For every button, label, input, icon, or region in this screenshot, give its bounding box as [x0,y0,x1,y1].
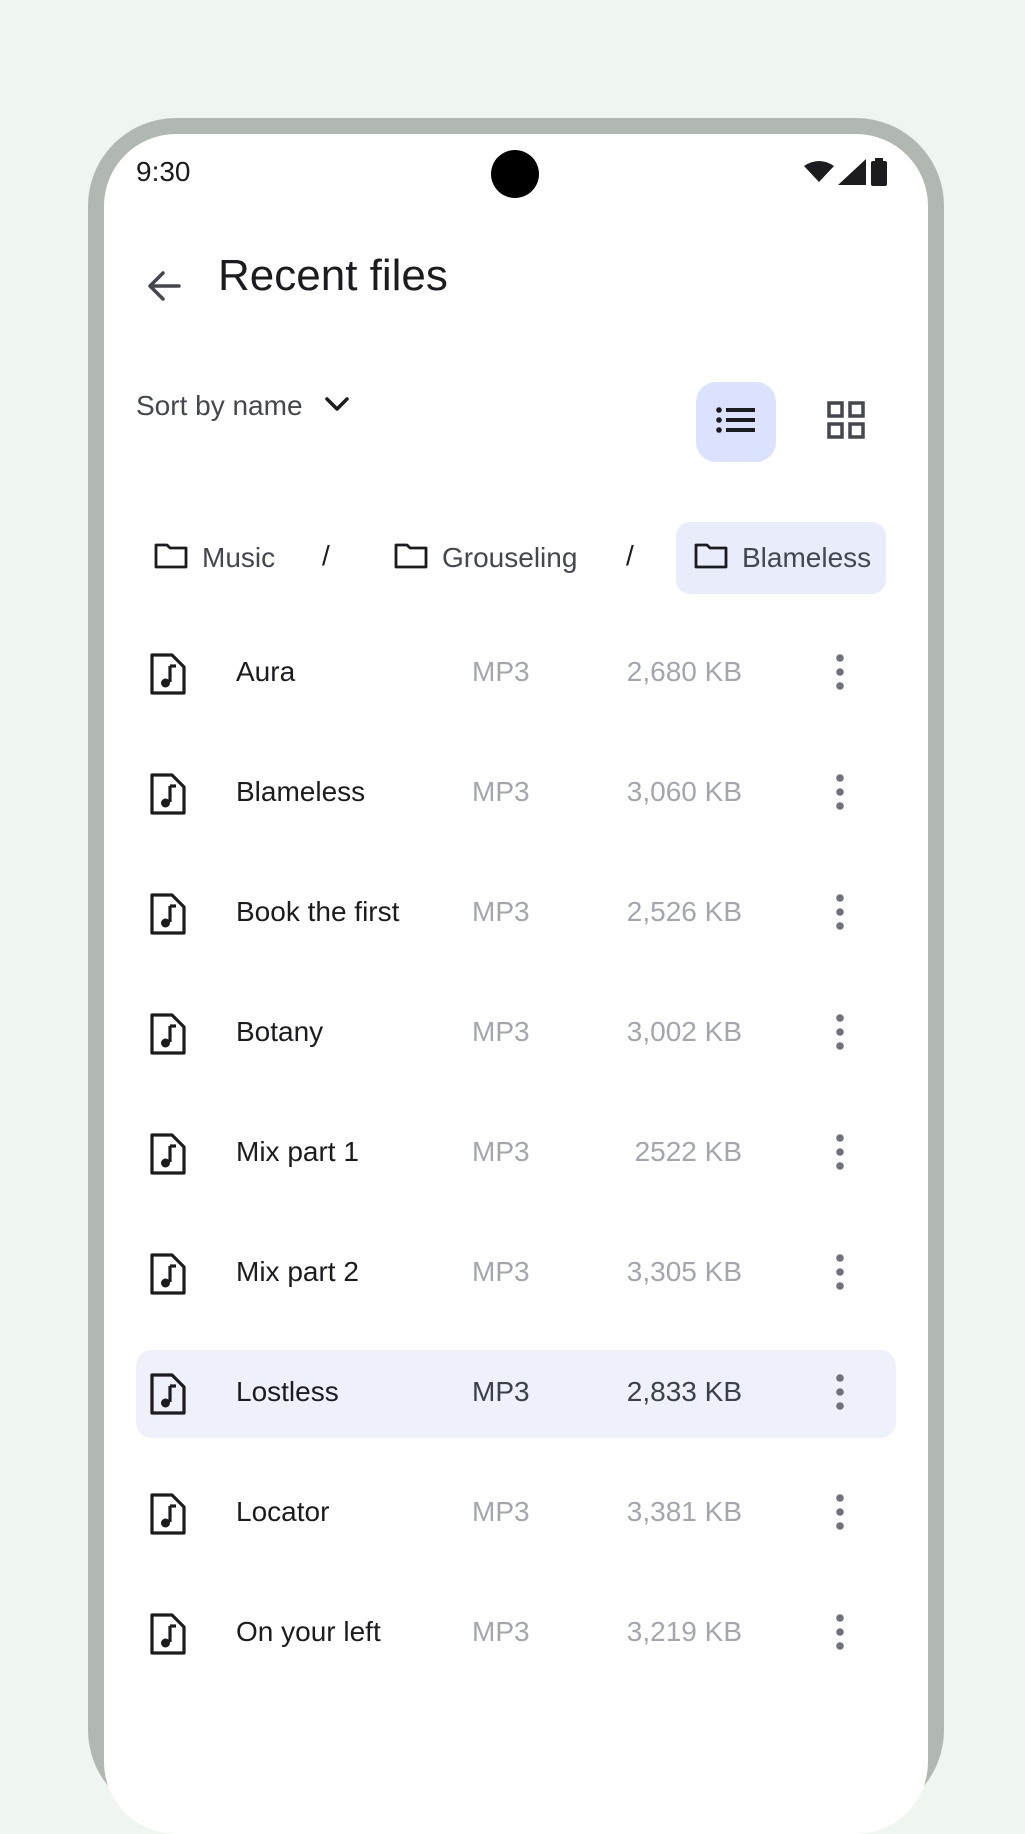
more-vert-icon [835,1373,845,1415]
file-size: 2,833 KB [626,1376,742,1407]
breadcrumb-separator: / [626,540,634,571]
file-size: 3,381 KB [626,1496,742,1527]
music-file-icon [148,1612,188,1656]
music-file-icon [148,1372,188,1416]
file-type: MP3 [472,1496,530,1527]
file-name: Mix part 2 [236,1256,359,1287]
status-icons [804,157,888,191]
music-file-icon [148,1252,188,1296]
more-vert-icon [835,1133,845,1175]
back-button[interactable] [128,252,200,324]
music-file-icon [148,1012,188,1056]
file-row[interactable]: Lostless MP3 2,833 KB [136,1350,896,1438]
file-name: Mix part 1 [236,1136,359,1167]
more-options-button[interactable] [812,644,868,704]
more-options-button[interactable] [812,1604,868,1664]
file-type: MP3 [472,1136,530,1167]
file-type: MP3 [472,1016,530,1047]
file-row[interactable]: Aura MP3 2,680 KB [136,630,896,718]
grid-view-button[interactable] [806,382,886,462]
music-file-icon [148,1492,188,1536]
chevron-down-icon [324,396,349,417]
more-options-button[interactable] [812,1484,868,1544]
music-file-icon [148,652,188,696]
file-size: 3,305 KB [626,1256,742,1287]
folder-icon [394,543,428,574]
file-size: 3,002 KB [626,1016,742,1047]
more-vert-icon [835,1013,845,1055]
file-name: Locator [236,1496,330,1527]
more-options-button[interactable] [812,1244,868,1304]
file-row[interactable]: Mix part 1 MP3 2522 KB [136,1110,896,1198]
cellular-signal-icon [838,158,866,190]
list-view-button[interactable] [696,382,776,462]
file-row[interactable]: Blameless MP3 3,060 KB [136,750,896,838]
file-size: 2,526 KB [626,896,742,927]
more-options-button[interactable] [812,884,868,944]
more-vert-icon [835,1613,845,1655]
more-vert-icon [835,1493,845,1535]
breadcrumb-separator: / [322,540,330,571]
more-vert-icon [835,773,845,815]
file-row[interactable]: Mix part 2 MP3 3,305 KB [136,1230,896,1318]
grid-view-icon [827,400,865,444]
breadcrumb-label: Blameless [742,542,872,573]
more-vert-icon [835,893,845,935]
file-name: Aura [236,656,296,687]
file-name: Lostless [236,1376,339,1407]
more-options-button[interactable] [812,1004,868,1064]
file-type: MP3 [472,1256,530,1287]
file-size: 2522 KB [634,1136,742,1167]
file-type: MP3 [472,656,530,687]
camera-cutout [491,150,539,198]
phone-screen: 9:30 Recent files Sort by name Music / G… [104,134,928,1834]
arrow-back-icon [146,268,182,309]
more-options-button[interactable] [812,1364,868,1424]
file-list: Aura MP3 2,680 KB Blameless MP3 3,060 KB… [136,630,896,1710]
status-time: 9:30 [136,156,191,187]
sort-label: Sort by name [136,390,303,421]
file-size: 3,219 KB [626,1616,742,1647]
more-vert-icon [835,653,845,695]
folder-icon [694,543,728,574]
file-type: MP3 [472,1376,530,1407]
page-title: Recent files [218,251,448,300]
battery-icon [870,157,888,191]
sort-dropdown[interactable]: Sort by name [136,378,349,434]
breadcrumb-item-blameless[interactable]: Blameless [676,522,886,594]
music-file-icon [148,772,188,816]
file-row[interactable]: Botany MP3 3,002 KB [136,990,896,1078]
file-name: Botany [236,1016,324,1047]
file-type: MP3 [472,1616,530,1647]
file-size: 2,680 KB [626,656,742,687]
file-row[interactable]: Book the first MP3 2,526 KB [136,870,896,958]
file-name: Blameless [236,776,366,807]
breadcrumb-label: Grouseling [442,542,578,573]
file-row[interactable]: Locator MP3 3,381 KB [136,1470,896,1558]
wifi-icon [804,160,834,189]
folder-icon [154,543,188,574]
more-options-button[interactable] [812,1124,868,1184]
file-name: On your left [236,1616,381,1647]
file-name: Book the first [236,896,400,927]
breadcrumb: Music / Grouseling / Blameless [136,522,926,594]
breadcrumb-item-grouseling[interactable]: Grouseling [376,522,595,594]
file-type: MP3 [472,896,530,927]
file-type: MP3 [472,776,530,807]
breadcrumb-label: Music [202,542,276,573]
file-row[interactable]: On your left MP3 3,219 KB [136,1590,896,1678]
music-file-icon [148,1132,188,1176]
music-file-icon [148,892,188,936]
list-view-icon [716,406,756,439]
file-size: 3,060 KB [626,776,742,807]
breadcrumb-item-music[interactable]: Music [136,522,293,594]
more-vert-icon [835,1253,845,1295]
more-options-button[interactable] [812,764,868,824]
